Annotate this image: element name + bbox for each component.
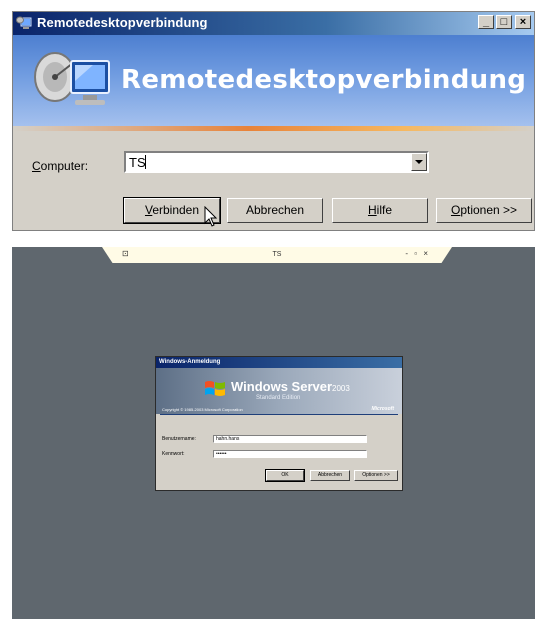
help-button[interactable]: Hilfe	[332, 198, 428, 223]
username-label: Benutzername:	[162, 436, 196, 442]
title-bar[interactable]: Remotedesktopverbindung _ □ ×	[13, 12, 534, 35]
options-label: ptionen >>	[460, 203, 518, 217]
remote-desktop-logo-icon	[34, 52, 110, 105]
window-title: Remotedesktopverbindung	[37, 15, 208, 30]
logon-options-button[interactable]: Optionen >>	[354, 470, 398, 481]
product-name: Windows Server2003	[231, 379, 350, 394]
options-accesskey: O	[450, 203, 461, 217]
logon-title: Windows-Anmeldung	[156, 357, 402, 368]
computer-label: Computer:	[32, 159, 88, 173]
windows-flag-icon	[205, 381, 225, 396]
remote-desktop-icon	[16, 16, 32, 29]
text-caret	[145, 155, 146, 169]
product-year: 2003	[332, 384, 350, 393]
windows-logon-dialog: Windows-Anmeldung Windows Server2003 Sta…	[155, 356, 403, 491]
dropdown-arrow-icon[interactable]	[411, 153, 427, 171]
help-accesskey: H	[367, 203, 377, 217]
product-text: Windows Server	[231, 379, 333, 394]
username-field[interactable]: hahn.hans	[213, 435, 367, 443]
mouse-cursor-icon	[204, 206, 218, 227]
password-field[interactable]: ••••••	[213, 450, 367, 458]
connection-bar-controls[interactable]: - ▫ ×	[405, 249, 430, 258]
banner: Remotedesktopverbindung	[13, 35, 534, 131]
password-label: Kennwort:	[162, 451, 185, 457]
minimize-button[interactable]: _	[478, 15, 494, 29]
microsoft-logo: Microsoft	[371, 406, 395, 412]
connect-label: erbinden	[152, 203, 200, 217]
connection-bar-title: TS	[272, 251, 282, 258]
rdp-dialog: Remotedesktopverbindung _ □ × Remotedesk…	[12, 11, 535, 231]
computer-combobox[interactable]: TS	[124, 151, 429, 173]
close-button[interactable]: ×	[515, 15, 531, 29]
computer-label-accesskey: C	[32, 159, 41, 173]
cancel-button[interactable]: Abbrechen	[227, 198, 323, 223]
banner-stripe	[13, 126, 534, 131]
computer-label-text: omputer:	[40, 159, 89, 173]
logon-cancel-button[interactable]: Abbrechen	[310, 470, 350, 481]
product-edition: Standard Edition	[256, 395, 301, 401]
remote-session-screen[interactable]: ⊡ TS - ▫ × Windows-Anmeldung Windows Ser…	[12, 247, 535, 619]
logon-banner: Windows Server2003 Standard Edition Copy…	[156, 368, 402, 414]
connection-bar[interactable]: ⊡ TS - ▫ ×	[102, 247, 452, 263]
banner-title: Remotedesktopverbindung	[121, 65, 527, 95]
copyright-text: Copyright © 1985-2003 Microsoft Corporat…	[162, 407, 243, 412]
divider	[160, 414, 398, 415]
help-label: ilfe	[376, 203, 392, 217]
ok-button[interactable]: OK	[265, 469, 305, 482]
computer-input-value[interactable]: TS	[129, 155, 146, 170]
options-button[interactable]: Optionen >>	[436, 198, 532, 223]
maximize-button[interactable]: □	[496, 15, 512, 29]
